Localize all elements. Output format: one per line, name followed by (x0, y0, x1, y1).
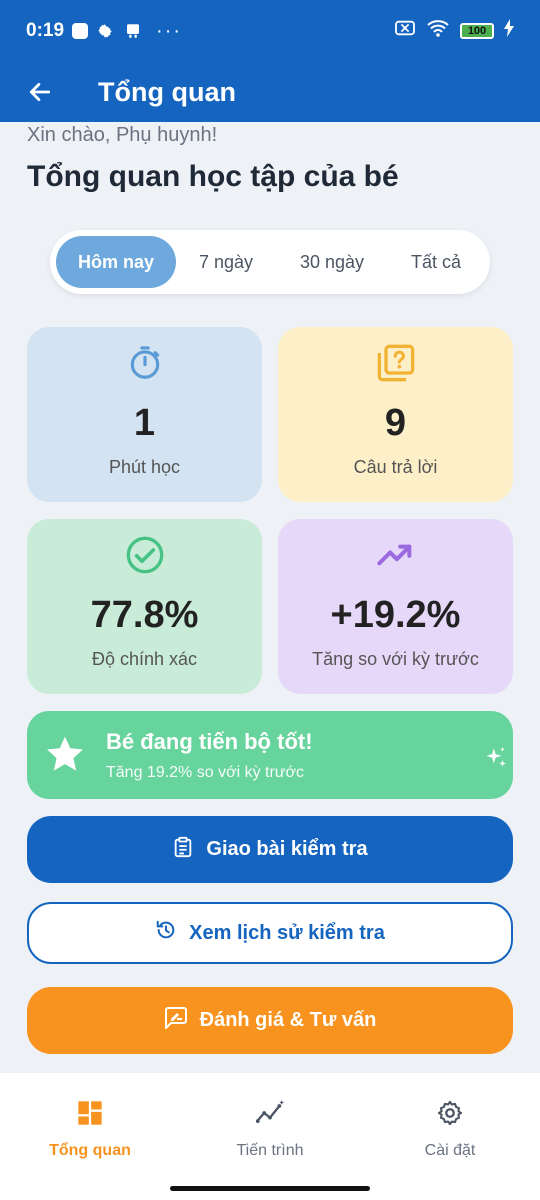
status-time: 0:19 (26, 20, 65, 41)
nav-overview[interactable]: Tổng quan (0, 1073, 180, 1183)
tab-today[interactable]: Hôm nay (56, 236, 176, 288)
status-bar: 0:19 ··· 100 (0, 0, 540, 62)
stat-card-accuracy: 77.8% Độ chính xác (27, 519, 262, 694)
stat-value: 77.8% (90, 594, 199, 636)
trending-up-icon (376, 535, 416, 575)
stat-card-answers: 9 Câu trả lời (278, 327, 513, 502)
view-history-label: Xem lịch sử kiểm tra (189, 921, 385, 944)
stat-value: 1 (133, 402, 156, 444)
stat-card-improvement: +19.2% Tăng so với kỳ trước (278, 519, 513, 694)
evaluate-button[interactable]: Đánh giá & Tư vấn (27, 987, 513, 1054)
back-button[interactable] (0, 62, 80, 122)
home-indicator[interactable] (170, 1186, 370, 1191)
assign-test-label: Giao bài kiểm tra (206, 838, 368, 860)
banner-title: Bé đang tiến bộ tốt! (106, 729, 313, 754)
assign-test-button[interactable]: Giao bài kiểm tra (27, 816, 513, 883)
stat-label: Độ chính xác (91, 649, 198, 669)
stat-value: 9 (384, 402, 407, 444)
nav-label: Cài đặt (424, 1142, 476, 1159)
nav-progress[interactable]: Tiến trình (180, 1073, 360, 1183)
notification-icon (72, 23, 89, 39)
charging-icon (504, 19, 514, 43)
period-tabs: Hôm nay 7 ngày 30 ngày Tất cả (50, 230, 490, 294)
overview-heading: Tổng quan học tập của bé (27, 160, 399, 193)
gear-status-icon (96, 22, 114, 40)
stat-value: +19.2% (330, 594, 461, 636)
stat-label: Câu trả lời (353, 457, 438, 477)
nav-settings[interactable]: Cài đặt (360, 1073, 540, 1183)
quiz-icon (376, 343, 416, 383)
arrow-left-icon (29, 83, 51, 101)
dashboard-icon (76, 1097, 104, 1129)
bottom-nav: Tổng quan Tiến trình Cài đặt (0, 1073, 540, 1183)
tab-all[interactable]: Tất cả (388, 236, 484, 288)
stat-card-minutes: 1 Phút học (27, 327, 262, 502)
history-icon (155, 919, 177, 947)
timer-icon (126, 343, 164, 383)
wifi-icon (426, 19, 450, 43)
stat-label: Phút học (108, 457, 181, 477)
evaluate-label: Đánh giá & Tư vấn (199, 1009, 377, 1031)
clipboard-icon (172, 836, 194, 864)
gear-icon (436, 1097, 464, 1129)
page-title: Tổng quan (98, 76, 236, 107)
app-status-icon (124, 22, 142, 40)
check-circle-icon (125, 535, 165, 575)
feedback-icon (164, 1006, 188, 1035)
sim-off-icon (394, 19, 416, 43)
nav-label: Tiến trình (236, 1142, 304, 1159)
status-right: 100 (394, 19, 514, 43)
stat-label: Tăng so với kỳ trước (312, 649, 479, 669)
analytics-icon (254, 1097, 286, 1129)
view-history-button[interactable]: Xem lịch sử kiểm tra (27, 902, 513, 964)
nav-label: Tổng quan (49, 1142, 131, 1159)
tab-7-days[interactable]: 7 ngày (176, 236, 276, 288)
battery-indicator: 100 (460, 23, 494, 39)
banner-subtitle: Tăng 19.2% so với kỳ trước (106, 764, 304, 781)
tab-30-days[interactable]: 30 ngày (276, 236, 388, 288)
greeting-text: Xin chào, Phụ huynh! (27, 124, 218, 146)
sparkle-icon (483, 745, 509, 776)
star-icon (43, 733, 87, 782)
progress-banner: Bé đang tiến bộ tốt! Tăng 19.2% so với k… (27, 711, 513, 799)
top-bar: 0:19 ··· 100 Tổng quan (0, 0, 540, 122)
overflow-status-icon: ··· (156, 19, 183, 42)
app-bar: Tổng quan (0, 62, 540, 122)
